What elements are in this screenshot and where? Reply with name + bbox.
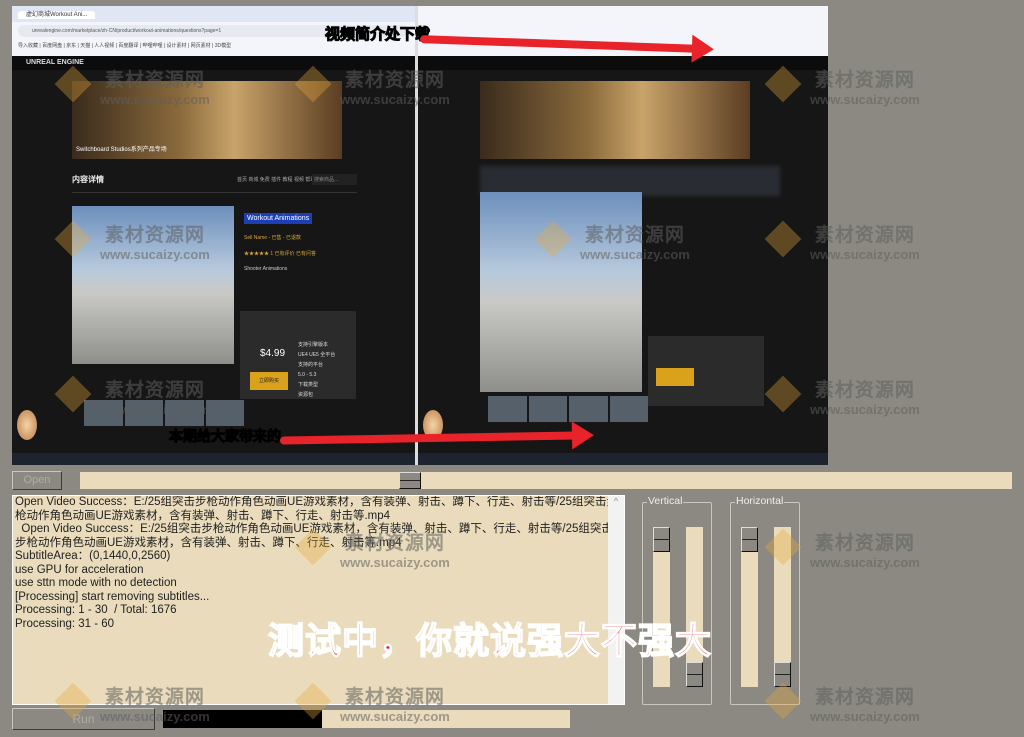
product-rating: ★★★★★ 1 已有评价 已有问答 xyxy=(244,251,316,257)
taskbar xyxy=(12,453,415,465)
buy-list-item: 5.0 - 5.3 xyxy=(298,372,317,378)
banner-image xyxy=(480,81,750,159)
product-name: Workout Animations xyxy=(244,213,313,224)
watermark: 素材资源网 www.sucaizy.com xyxy=(294,528,450,570)
seek-slider[interactable] xyxy=(80,472,1012,489)
watermark: 素材资源网 www.sucaizy.com xyxy=(54,220,210,262)
log-scrollbar[interactable]: ^ xyxy=(608,496,624,704)
horizontal-slider-1[interactable] xyxy=(741,527,758,687)
buy-list-item: 资源包 xyxy=(298,392,314,398)
watermark: 素材资源网 www.sucaizy.com xyxy=(764,375,920,417)
watermark: 素材资源网 www.sucaizy.com xyxy=(54,682,210,724)
product-desc: Shooter Animations xyxy=(244,266,288,272)
buy-list: 支持引擎版本 UE4 UE5 全平台 支持的平台 5.0 - 5.3 下载类型 … xyxy=(298,340,335,400)
log-output[interactable]: Open Video Success：E:/25组突击步枪动作角色动画UE游戏素… xyxy=(12,495,625,705)
open-button[interactable]: Open xyxy=(12,471,62,490)
slider-thumb[interactable] xyxy=(653,527,670,552)
buy-list-item: 支持引擎版本 xyxy=(298,342,329,348)
log-line: Open Video Success：E:/25组突击步枪动作角色动画UE游戏素… xyxy=(15,496,618,522)
caption-top: 视频简介处下载 xyxy=(324,25,431,44)
product-seller: Sell Name - 已售 - 已退款 xyxy=(244,235,301,241)
caption-bottom: 本期给大家带来的 xyxy=(169,429,282,446)
watermark: 素材资源网 www.sucaizy.com xyxy=(764,220,920,262)
horizontal-label: Horizontal xyxy=(735,495,785,507)
watermark: 素材资源网 www.sucaizy.com xyxy=(54,375,210,417)
buy-list-item: UE4 UE5 全平台 xyxy=(298,352,336,358)
watermark: 素材资源网 www.sucaizy.com xyxy=(294,682,450,724)
watermark: 素材资源网 www.sucaizy.com xyxy=(294,65,450,107)
scroll-up-icon[interactable]: ^ xyxy=(608,496,624,506)
watermark: 素材资源网 www.sucaizy.com xyxy=(764,682,920,724)
seek-slider-thumb[interactable] xyxy=(398,472,421,489)
watermark: 素材资源网 www.sucaizy.com xyxy=(54,65,210,107)
filters: 首页 商城 免费 插件 教程 视频 帮助 xyxy=(237,177,316,183)
log-line: [Processing] start removing subtitles... xyxy=(15,590,210,603)
overlay-caption: 测试中，你就说强大不强大 xyxy=(267,620,713,663)
horizontal-group: Horizontal xyxy=(730,495,800,705)
vertical-label: Vertical xyxy=(647,495,684,507)
thumbnail-strip xyxy=(488,396,648,422)
vertical-group: Vertical xyxy=(642,495,712,705)
ue-nav xyxy=(418,56,828,70)
buy-list-item: 支持的平台 xyxy=(298,362,324,368)
buy-button xyxy=(656,368,694,386)
browser-tab: 虚幻商城Workout Ani... xyxy=(18,11,96,19)
buy-button: 立即购买 xyxy=(250,372,288,390)
section-title: 内容详情 xyxy=(72,175,104,184)
log-line: use GPU for acceleration xyxy=(15,563,144,576)
price: $4.99 xyxy=(260,348,286,359)
search-box: 搜索商品... xyxy=(312,174,357,185)
slider-thumb[interactable] xyxy=(741,527,758,552)
avatar xyxy=(17,410,37,440)
watermark: 素材资源网 www.sucaizy.com xyxy=(764,65,920,107)
divider xyxy=(72,192,357,193)
watermark: 素材资源网 www.sucaizy.com xyxy=(764,528,920,570)
taskbar xyxy=(418,453,828,465)
slider-thumb[interactable] xyxy=(686,662,703,687)
watermark: 素材资源网 www.sucaizy.com xyxy=(534,220,690,262)
banner-title: Switchboard Studios系列产品专场 xyxy=(76,147,167,153)
buy-list-item: 下载类型 xyxy=(298,382,319,388)
log-line: use sttn mode with no detection xyxy=(15,577,177,589)
